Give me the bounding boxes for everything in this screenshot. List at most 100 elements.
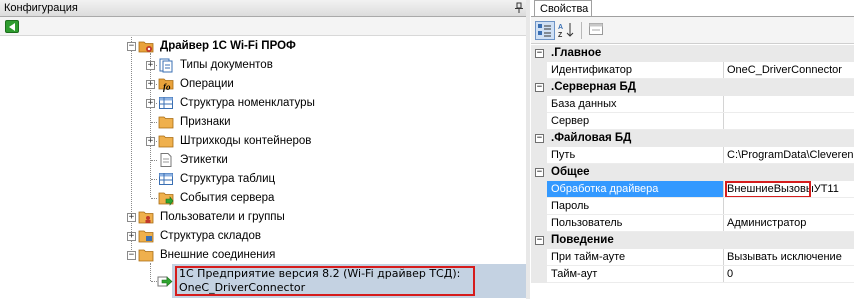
tab-properties[interactable]: Свойства <box>534 0 592 17</box>
property-pages-button[interactable] <box>587 21 607 40</box>
connection-arrow-icon <box>157 276 173 287</box>
category-collapse-toggle[interactable]: − <box>535 168 544 177</box>
column-divider <box>723 62 724 79</box>
property-pages-icon <box>589 23 603 35</box>
property-row-database[interactable]: База данных <box>531 96 854 113</box>
property-row-driver-processing[interactable]: Обработка драйвера ВнешниеВызовыУТ11 <box>531 181 854 198</box>
tree-item-server-events[interactable]: События сервера <box>180 192 274 204</box>
users-icon <box>138 211 154 224</box>
svg-text:A: A <box>558 24 563 31</box>
property-name: Пароль <box>551 200 590 212</box>
category-main[interactable]: − .Главное <box>531 45 854 62</box>
category-collapse-toggle[interactable]: − <box>535 49 544 58</box>
folder-icon <box>158 116 174 129</box>
tree-item-attributes[interactable]: Признаки <box>180 116 231 128</box>
configuration-panel: Конфигурация − Драйвер 1С Wi-Fi ПРОФ + Т… <box>0 0 530 299</box>
grid-gutter <box>531 249 547 266</box>
tree-item-nomenclature-structure[interactable]: Структура номенклатуры <box>180 97 315 109</box>
property-value[interactable]: OneC_DriverConnector <box>727 64 842 76</box>
property-row-path[interactable]: Путь C:\ProgramData\Cleverence <box>531 147 854 164</box>
tree-collapse-toggle[interactable]: − <box>127 42 136 51</box>
tree-expand-toggle[interactable]: + <box>127 232 136 241</box>
tree-branch-line <box>151 122 157 123</box>
toolbar-separator <box>581 22 582 39</box>
column-divider <box>723 113 724 130</box>
tree-item-external-connections[interactable]: Внешние соединения <box>160 249 275 261</box>
tree-item-labels[interactable]: Этикетки <box>180 154 228 166</box>
tree-expand-toggle[interactable]: + <box>127 213 136 222</box>
property-value[interactable]: C:\ProgramData\Cleverence <box>727 149 854 161</box>
property-name: Тайм-аут <box>551 268 598 280</box>
folder-gear-icon <box>138 41 154 53</box>
back-button[interactable] <box>5 20 19 33</box>
panel-title: Конфигурация <box>4 2 78 14</box>
tree-guide-line <box>150 53 151 197</box>
tree-expand-toggle[interactable]: + <box>146 80 155 89</box>
tree-item-operations[interactable]: Операции <box>180 78 234 90</box>
tree-item-table-structure[interactable]: Структура таблиц <box>180 173 275 185</box>
row-divider <box>547 282 854 283</box>
property-value[interactable]: Администратор <box>727 217 806 229</box>
category-collapse-toggle[interactable]: − <box>535 83 544 92</box>
tree-expand-toggle[interactable]: + <box>146 99 155 108</box>
category-file-db-label: .Файловая БД <box>551 132 632 144</box>
tree-guide-line <box>131 37 132 258</box>
categorized-view-button[interactable] <box>535 21 555 40</box>
warehouse-icon <box>138 230 154 243</box>
column-divider <box>723 249 724 266</box>
tree-item-document-types[interactable]: Типы документов <box>180 59 273 71</box>
property-value[interactable]: 0 <box>727 268 733 280</box>
column-divider <box>723 215 724 232</box>
properties-panel: Свойства A Z − .Главное Идентификатор On… <box>531 0 854 299</box>
column-divider <box>723 181 724 198</box>
tree-expand-toggle[interactable]: + <box>146 137 155 146</box>
svg-text:Z: Z <box>558 32 563 38</box>
configuration-tree: − Драйвер 1С Wi-Fi ПРОФ + Типы документо… <box>0 37 527 299</box>
tree-item-warehouse-structure[interactable]: Структура складов <box>160 230 261 242</box>
page-icon <box>160 153 172 167</box>
column-divider <box>723 266 724 283</box>
grid-gutter <box>531 266 547 283</box>
category-main-label: .Главное <box>551 47 602 59</box>
tree-root-label[interactable]: Драйвер 1С Wi-Fi ПРОФ <box>160 40 296 52</box>
category-server-db[interactable]: − .Серверная БД <box>531 79 854 96</box>
property-row-server[interactable]: Сервер <box>531 113 854 130</box>
category-collapse-toggle[interactable]: − <box>535 236 544 245</box>
property-row-on-timeout[interactable]: При тайм-ауте Вызывать исключение <box>531 249 854 266</box>
selected-connection-line2: OneC_DriverConnector <box>179 281 306 294</box>
property-row-password[interactable]: Пароль <box>531 198 854 215</box>
property-row-identifier[interactable]: Идентификатор OneC_DriverConnector <box>531 62 854 79</box>
tree-expand-toggle[interactable]: + <box>146 61 155 70</box>
alphabetical-view-button[interactable]: A Z <box>557 21 577 40</box>
tree-item-container-barcodes[interactable]: Штрихкоды контейнеров <box>180 135 311 147</box>
category-behavior[interactable]: − Поведение <box>531 232 854 249</box>
grid-gutter <box>531 198 547 215</box>
category-file-db[interactable]: − .Файловая БД <box>531 130 854 147</box>
tree-collapse-toggle[interactable]: − <box>127 251 136 260</box>
tree-item-users-and-groups[interactable]: Пользователи и группы <box>160 211 285 223</box>
property-row-user[interactable]: Пользователь Администратор <box>531 215 854 232</box>
tree-branch-line <box>151 198 157 199</box>
selected-connection-label[interactable]: 1С Предприятие версия 8.2 (Wi-Fi драйвер… <box>179 267 460 295</box>
property-row-timeout[interactable]: Тайм-аут 0 <box>531 266 854 283</box>
tree-guide-line <box>150 263 151 281</box>
grid-gutter <box>531 62 547 79</box>
property-value[interactable]: Вызывать исключение <box>727 251 842 263</box>
folder-icon <box>138 249 154 262</box>
back-arrow-icon <box>9 23 15 31</box>
grid-gutter <box>531 96 547 113</box>
folder-event-icon <box>158 192 174 206</box>
property-name: Пользователь <box>551 217 623 229</box>
value-highlight-frame <box>725 181 811 198</box>
category-behavior-label: Поведение <box>551 234 614 246</box>
category-server-db-label: .Серверная БД <box>551 81 636 93</box>
table-icon <box>159 97 173 109</box>
category-collapse-toggle[interactable]: − <box>535 134 544 143</box>
column-divider <box>723 147 724 164</box>
category-general-label: Общее <box>551 166 590 178</box>
pin-icon[interactable] <box>514 2 524 14</box>
grid-gutter <box>531 215 547 232</box>
column-divider <box>723 96 724 113</box>
category-general[interactable]: − Общее <box>531 164 854 181</box>
tree-scrollbar[interactable] <box>526 0 530 299</box>
